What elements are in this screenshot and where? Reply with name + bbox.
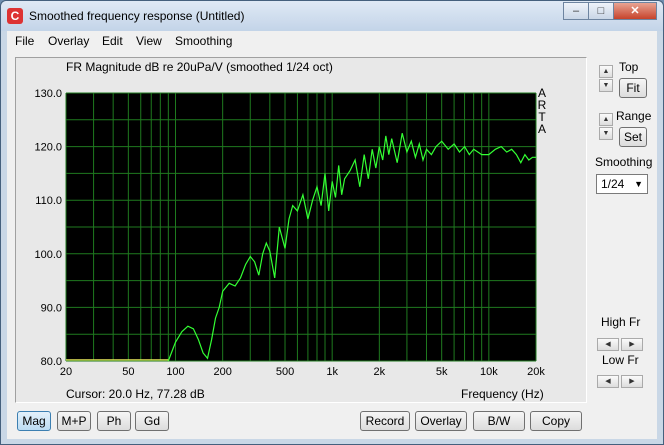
right-panel: ▲ ▼ Top Fit ▲ ▼ Range Set Smoothing 1/24… (593, 51, 657, 439)
mag-button[interactable]: Mag (17, 411, 51, 431)
window-title: Smoothed frequency response (Untitled) (29, 9, 245, 23)
y-tick-label: 100.0 (34, 249, 62, 261)
chevron-down-icon: ▼ (634, 179, 643, 189)
right-arrow-icon[interactable]: ▶ (621, 375, 643, 388)
smoothing-label: Smoothing (595, 155, 653, 169)
range-spinner[interactable]: ▲ ▼ (599, 113, 613, 141)
overlay-button[interactable]: Overlay (415, 411, 467, 431)
plot-frame: FR Magnitude dB re 20uPa/V (smoothed 1/2… (15, 57, 587, 403)
x-tick-label: 5k (436, 366, 448, 378)
top-label: Top (619, 60, 639, 74)
down-arrow-icon[interactable]: ▼ (599, 79, 613, 92)
minimize-button[interactable]: – (563, 2, 589, 20)
menu-overlay[interactable]: Overlay (48, 34, 89, 48)
y-tick-label: 130.0 (34, 88, 62, 100)
high-fr-label: High Fr (601, 315, 641, 329)
left-arrow-icon[interactable]: ◀ (597, 338, 619, 351)
smoothing-select[interactable]: 1/24 ▼ (596, 174, 648, 194)
maximize-button[interactable]: □ (588, 2, 614, 20)
app-window: C Smoothed frequency response (Untitled)… (0, 0, 664, 445)
close-button[interactable]: ✕ (613, 2, 657, 20)
y-tick-label: 120.0 (34, 142, 62, 154)
low-fr-label: Low Fr (602, 353, 639, 367)
low-fr-spinner[interactable]: ◀ ▶ (597, 372, 645, 388)
fit-button[interactable]: Fit (619, 78, 647, 98)
x-tick-label: 50 (122, 366, 134, 378)
client-area: FR Magnitude dB re 20uPa/V (smoothed 1/2… (7, 51, 657, 439)
record-button[interactable]: Record (360, 411, 410, 431)
top-spinner[interactable]: ▲ ▼ (599, 65, 613, 93)
menu-smoothing[interactable]: Smoothing (175, 34, 232, 48)
mp-button[interactable]: M+P (57, 411, 91, 431)
down-arrow-icon[interactable]: ▼ (599, 127, 613, 140)
menu-view[interactable]: View (136, 34, 162, 48)
right-arrow-icon[interactable]: ▶ (621, 338, 643, 351)
x-tick-label: 500 (276, 366, 294, 378)
x-tick-label: 100 (166, 366, 184, 378)
bw-button[interactable]: B/W (473, 411, 525, 431)
x-tick-label: 20 (60, 366, 72, 378)
title-bar[interactable]: C Smoothed frequency response (Untitled)… (1, 1, 663, 31)
gd-button[interactable]: Gd (135, 411, 169, 431)
arta-app-icon: C (7, 8, 23, 24)
cursor-readout: Cursor: 20.0 Hz, 77.28 dB (66, 387, 205, 401)
frequency-response-chart[interactable]: FR Magnitude dB re 20uPa/V (smoothed 1/2… (16, 58, 586, 402)
up-arrow-icon[interactable]: ▲ (599, 65, 613, 78)
x-tick-label: 10k (480, 366, 498, 378)
chart-title: FR Magnitude dB re 20uPa/V (smoothed 1/2… (66, 60, 333, 74)
x-tick-label: 20k (527, 366, 545, 378)
y-tick-label: 80.0 (41, 356, 62, 368)
ph-button[interactable]: Ph (97, 411, 131, 431)
smoothing-value: 1/24 (601, 177, 625, 191)
x-tick-label: 200 (213, 366, 231, 378)
y-tick-label: 110.0 (35, 195, 62, 207)
high-fr-spinner[interactable]: ◀ ▶ (597, 335, 645, 351)
copy-button[interactable]: Copy (530, 411, 582, 431)
x-axis-label: Frequency (Hz) (461, 387, 544, 401)
x-tick-label: 1k (326, 366, 338, 378)
menu-bar: File Overlay Edit View Smoothing (7, 31, 657, 51)
range-label: Range (616, 109, 652, 123)
up-arrow-icon[interactable]: ▲ (599, 113, 613, 126)
menu-edit[interactable]: Edit (102, 34, 123, 48)
x-tick-label: 2k (374, 366, 386, 378)
left-arrow-icon[interactable]: ◀ (597, 375, 619, 388)
watermark-letter: A (538, 122, 546, 136)
y-tick-label: 90.0 (41, 302, 62, 314)
set-button[interactable]: Set (619, 127, 647, 147)
menu-file[interactable]: File (15, 34, 34, 48)
